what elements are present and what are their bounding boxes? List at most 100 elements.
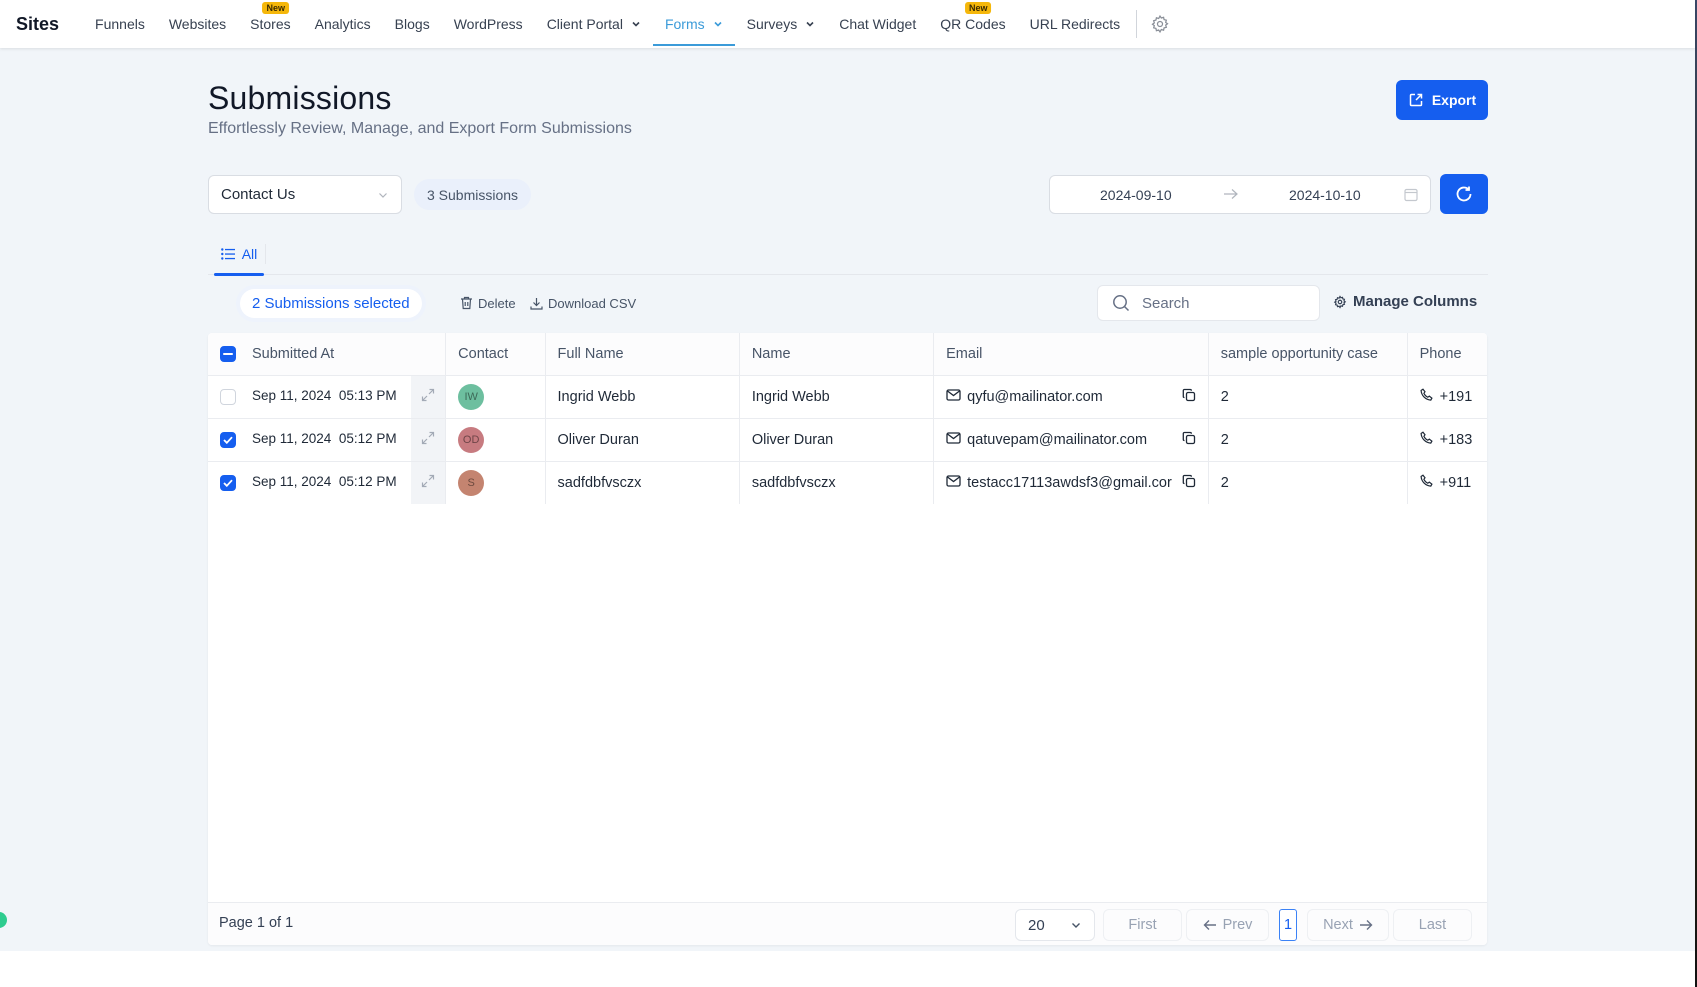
export-button[interactable]: Export xyxy=(1396,80,1488,120)
cell-phone: +183 xyxy=(1407,418,1487,462)
date-start[interactable]: 2024-09-10 xyxy=(1100,187,1172,203)
phone-text: +191 xyxy=(1439,388,1473,405)
arrow-right-icon xyxy=(1359,920,1373,930)
cell-name: Oliver Duran xyxy=(739,418,935,462)
table: Submitted At Contact Full Name Name Emai… xyxy=(208,333,1487,505)
row-checkbox[interactable] xyxy=(220,474,236,491)
date-end[interactable]: 2024-10-10 xyxy=(1289,187,1361,203)
list-icon xyxy=(220,247,235,260)
form-select[interactable]: Contact Us xyxy=(208,175,402,214)
page-1-button[interactable]: 1 xyxy=(1279,909,1297,941)
prev-page-button[interactable]: Prev xyxy=(1186,909,1269,941)
nav-item-forms[interactable]: Forms xyxy=(652,0,735,48)
refresh-button[interactable] xyxy=(1440,174,1488,214)
next-label: Next xyxy=(1323,917,1353,933)
download-icon xyxy=(530,297,543,310)
nav-item-wordpress[interactable]: WordPress xyxy=(442,0,535,48)
table-row[interactable]: Sep 11, 2024 05:12 PM OD Oliver Duran Olive… xyxy=(208,418,1487,462)
copy-icon[interactable] xyxy=(1182,388,1196,406)
tab-all[interactable]: All xyxy=(214,232,264,276)
page-info: Page 1 of 1 xyxy=(219,915,294,931)
copy-icon[interactable] xyxy=(1182,431,1196,449)
selected-count-badge: 2 Submissions selected xyxy=(240,289,422,318)
mail-icon xyxy=(946,474,961,491)
brand-title: Sites xyxy=(16,13,60,34)
cell-sample-opportunity-case: 2 xyxy=(1208,375,1408,419)
cell-submitted-at: Sep 11, 2024 05:13 PM xyxy=(208,375,412,419)
col-full-name[interactable]: Full Name xyxy=(545,333,740,376)
avatar[interactable]: OD xyxy=(458,426,485,453)
arrow-right-icon xyxy=(1223,187,1239,203)
select-all-checkbox[interactable] xyxy=(220,345,236,362)
first-label: First xyxy=(1128,917,1157,933)
avatar[interactable]: IW xyxy=(458,383,485,410)
avatar[interactable]: S xyxy=(458,469,485,496)
per-page-select[interactable]: 20 xyxy=(1015,909,1095,941)
col-contact[interactable]: Contact xyxy=(445,333,546,376)
expand-icon xyxy=(421,474,435,492)
manage-columns-button[interactable]: Manage Columns xyxy=(1333,293,1477,310)
download-label: Download CSV xyxy=(548,295,637,311)
table-row[interactable]: Sep 11, 2024 05:13 PM IW Ingrid Webb Ingrid… xyxy=(208,375,1487,419)
nav-item-stores[interactable]: New Stores xyxy=(238,0,302,48)
col-name[interactable]: Name xyxy=(739,333,935,376)
nav-item-client-portal[interactable]: Client Portal xyxy=(535,0,653,48)
col-submitted-at[interactable]: Submitted At xyxy=(208,333,447,376)
cell-email: qyfu@mailinator.com xyxy=(933,375,1209,419)
date-range-picker[interactable]: 2024-09-10 2024-10-10 xyxy=(1049,175,1431,214)
search-box[interactable] xyxy=(1097,285,1320,321)
cell-full-name: Ingrid Webb xyxy=(545,375,740,419)
nav-item-url-redirects[interactable]: URL Redirects xyxy=(1018,0,1133,48)
cell-contact: IW xyxy=(445,375,546,419)
settings-button[interactable] xyxy=(1149,13,1171,35)
nav-item-analytics[interactable]: Analytics xyxy=(303,0,383,48)
nav-item-surveys[interactable]: Surveys xyxy=(735,0,828,48)
cell-submitted-at: Sep 11, 2024 05:12 PM xyxy=(208,461,412,505)
table-header-row: Submitted At Contact Full Name Name Emai… xyxy=(208,333,1487,376)
cell-phone: +911 xyxy=(1407,461,1487,505)
delete-button[interactable]: Delete xyxy=(460,293,516,313)
nav-label: Stores xyxy=(250,16,291,32)
nav-label: Funnels xyxy=(95,16,145,32)
nav-item-chat-widget[interactable]: Chat Widget xyxy=(827,0,928,48)
nav-item-qr-codes[interactable]: New QR Codes xyxy=(928,0,1017,48)
page-title: Submissions xyxy=(208,80,392,116)
nav-item-websites[interactable]: Websites xyxy=(157,0,238,48)
copy-icon[interactable] xyxy=(1182,474,1196,492)
chevron-down-icon xyxy=(714,21,722,27)
header-label: Submitted At xyxy=(252,345,335,362)
col-phone[interactable]: Phone xyxy=(1407,333,1487,376)
expand-row-button[interactable] xyxy=(411,461,447,505)
first-page-button[interactable]: First xyxy=(1103,909,1182,941)
last-label: Last xyxy=(1418,917,1447,933)
new-badge: New xyxy=(262,2,289,14)
nav-item-blogs[interactable]: Blogs xyxy=(383,0,442,48)
row-checkbox[interactable] xyxy=(220,431,236,448)
col-email[interactable]: Email xyxy=(933,333,1209,376)
trash-icon xyxy=(461,296,472,310)
prev-label: Prev xyxy=(1222,917,1253,933)
row-checkbox[interactable] xyxy=(220,388,236,405)
phone-text: +183 xyxy=(1439,431,1473,448)
next-page-button[interactable]: Next xyxy=(1307,909,1389,941)
table-row[interactable]: Sep 11, 2024 05:12 PM Ssadfdbfvsczx sadfdb… xyxy=(208,461,1487,505)
expand-row-button[interactable] xyxy=(411,375,447,419)
chevron-down-icon xyxy=(806,21,814,27)
phone-icon xyxy=(1420,430,1434,449)
tab-bar: All xyxy=(208,232,1488,276)
delete-label: Delete xyxy=(478,295,516,311)
email-text: qyfu@mailinator.com xyxy=(967,388,1103,405)
download-csv-button[interactable]: Download CSV xyxy=(530,293,636,313)
submissions-table: Submitted At Contact Full Name Name Emai… xyxy=(208,333,1487,945)
chevron-down-icon xyxy=(379,192,387,198)
col-sample-opportunity-case[interactable]: sample opportunity case xyxy=(1208,333,1408,376)
app-root: Sites Funnels Websites New Stores Analyti… xyxy=(0,0,1697,987)
form-select-value: Contact Us xyxy=(221,186,296,203)
expand-icon xyxy=(421,431,435,449)
cell-sample-opportunity-case: 2 xyxy=(1208,418,1408,462)
nav-item-funnels[interactable]: Funnels xyxy=(83,0,157,48)
last-page-button[interactable]: Last xyxy=(1393,909,1472,941)
expand-row-button[interactable] xyxy=(411,418,447,462)
tab-divider xyxy=(265,244,266,264)
search-input[interactable] xyxy=(1142,294,1292,312)
